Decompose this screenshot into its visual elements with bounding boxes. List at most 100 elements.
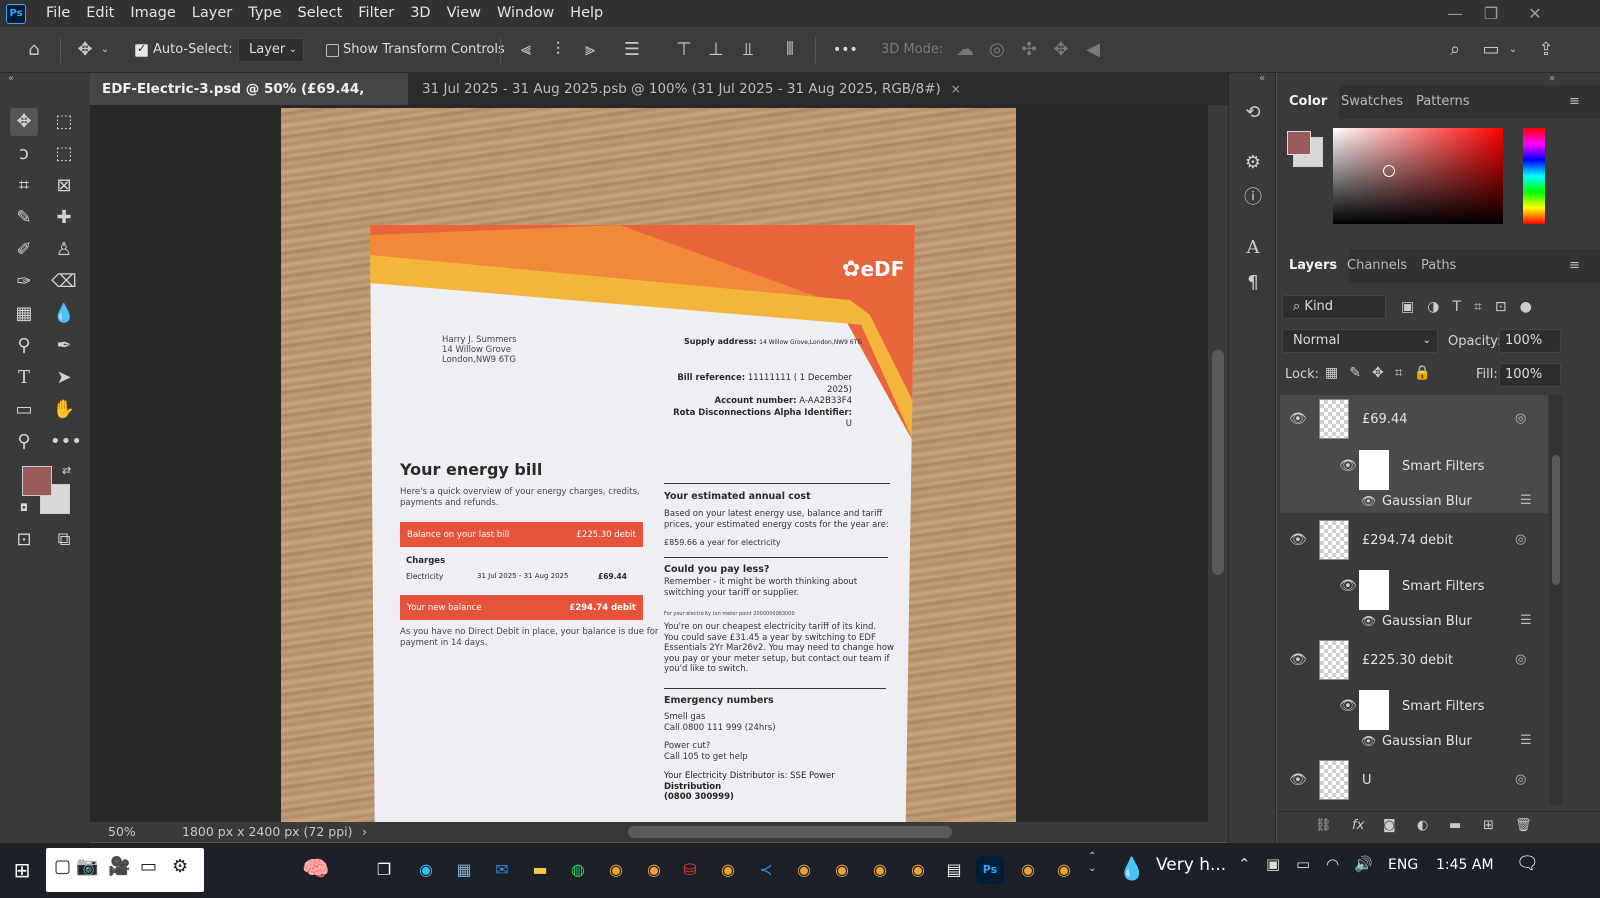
eraser-tool-icon[interactable]: ⌫ xyxy=(50,268,78,296)
acrobat-icon[interactable]: ⛁ xyxy=(676,856,704,884)
marquee-tool-icon[interactable]: ⬚ xyxy=(50,108,78,136)
workspace-icon[interactable]: ▭ xyxy=(1477,27,1505,73)
snip-icon[interactable]: ▢ xyxy=(54,856,71,877)
window-snip-icon[interactable]: ▭ xyxy=(140,856,157,877)
lock-icons[interactable]: ▦✎✥⌗🔒 xyxy=(1325,365,1442,381)
weather-drop-icon[interactable]: 💧 xyxy=(1118,856,1146,884)
color-picker-marker[interactable] xyxy=(1383,165,1395,177)
layer-thumbnail[interactable] xyxy=(1319,399,1349,439)
delete-layer-icon[interactable]: 🗑 xyxy=(1515,818,1532,833)
hue-slider[interactable] xyxy=(1523,128,1545,224)
taskbar-scroll-arrows[interactable]: ⌃ ⌄ xyxy=(1088,851,1096,875)
add-mask-icon[interactable]: ◙ xyxy=(1383,818,1396,833)
volume-icon[interactable]: 🔊 xyxy=(1354,855,1373,873)
menu-3d[interactable]: 3D xyxy=(402,0,438,27)
gradient-tool-icon[interactable]: ▦ xyxy=(10,300,38,328)
align-right-icon[interactable]: ⫸ xyxy=(576,27,604,73)
canvas-area[interactable]: ✿eDF Harry J. Summers 14 Willow Grove Lo… xyxy=(90,105,1228,822)
tab-channels[interactable]: Channels xyxy=(1335,249,1419,283)
battery-icon[interactable]: ▭ xyxy=(1296,855,1310,873)
dodge-tool-icon[interactable]: ⚲ xyxy=(10,332,38,360)
new-group-icon[interactable]: ▬ xyxy=(1449,818,1461,833)
color-field[interactable] xyxy=(1333,128,1503,224)
tab-swatches[interactable]: Swatches xyxy=(1329,85,1415,119)
wifi-icon[interactable]: ◠ xyxy=(1326,855,1339,873)
clock-time[interactable]: 1:45 AM xyxy=(1436,857,1494,873)
panel-menu-icon[interactable]: ≡ xyxy=(1569,85,1580,119)
opacity-input[interactable]: 100% xyxy=(1499,329,1561,353)
edge-icon[interactable]: ◉ xyxy=(412,856,440,884)
windows-start-icon[interactable]: ⊞ xyxy=(8,856,36,884)
color-panel-foreground[interactable] xyxy=(1287,131,1311,155)
tab-patterns[interactable]: Patterns xyxy=(1404,85,1482,119)
eyedropper-tool-icon[interactable]: ✎ xyxy=(10,204,38,232)
zoom-tool-icon[interactable]: ⚲ xyxy=(10,428,38,456)
move-tool-icon[interactable]: ✥ xyxy=(10,108,38,136)
move-tool-preset-icon[interactable]: ✥ xyxy=(71,27,99,73)
visibility-eye-icon[interactable]: 👁 xyxy=(1361,734,1376,748)
auto-select-target-dropdown[interactable]: Layer ⌄ xyxy=(238,38,304,62)
layers-scroll-thumb[interactable] xyxy=(1552,455,1560,585)
horizontal-scroll-thumb[interactable] xyxy=(628,826,952,838)
new-layer-icon[interactable]: ⊞ xyxy=(1483,818,1494,833)
gaussian-blur-filter[interactable]: Gaussian Blur xyxy=(1382,614,1472,629)
align-center-icon[interactable]: ⫶ xyxy=(544,27,572,73)
vscode-icon[interactable]: ≺ xyxy=(752,856,780,884)
screen-mode-icon[interactable]: ⧉ xyxy=(50,526,78,554)
object-select-tool-icon[interactable]: ⬚ xyxy=(50,140,78,168)
history-brush-icon[interactable]: ✑ xyxy=(10,268,38,296)
rectangle-tool-icon[interactable]: ▭ xyxy=(10,396,38,424)
blur-tool-icon[interactable]: 💧 xyxy=(50,300,78,328)
default-colors-icon[interactable]: ◘ xyxy=(20,503,28,514)
type-tool-icon[interactable]: T xyxy=(10,364,38,392)
filter-options-icon[interactable]: ☰ xyxy=(1520,733,1532,748)
visibility-eye-icon[interactable]: 👁 xyxy=(1361,494,1376,508)
chrome-icon[interactable]: ◉ xyxy=(714,856,742,884)
align-middle-icon[interactable]: ⊥ xyxy=(702,27,730,73)
crop-tool-icon[interactable]: ⌗ xyxy=(10,172,38,200)
tab-paths[interactable]: Paths xyxy=(1409,249,1468,283)
align-bottom-icon[interactable]: ⫫ xyxy=(734,27,762,73)
app-icon[interactable]: ▤ xyxy=(940,856,968,884)
chrome-icon[interactable]: ◉ xyxy=(602,856,630,884)
gaussian-blur-filter[interactable]: Gaussian Blur xyxy=(1382,494,1472,509)
whatsapp-icon[interactable]: ◍ xyxy=(564,856,592,884)
filter-mask-thumbnail[interactable] xyxy=(1359,450,1389,490)
visibility-eye-icon[interactable]: 👁 xyxy=(1289,772,1307,788)
chrome-icon[interactable]: ◉ xyxy=(790,856,818,884)
home-icon[interactable]: ⌂ xyxy=(20,27,48,73)
visibility-eye-icon[interactable]: 👁 xyxy=(1289,532,1307,548)
layer-filter-kind[interactable]: ⌕ Kind xyxy=(1282,295,1386,319)
menu-select[interactable]: Select xyxy=(290,0,351,27)
close-window-icon[interactable]: ✕ xyxy=(1518,0,1552,27)
chevron-down-icon[interactable]: ⌄ xyxy=(1505,27,1521,73)
distribute-vertical-icon[interactable]: ⦀ xyxy=(776,27,804,73)
fill-input[interactable]: 100% xyxy=(1499,363,1561,387)
layer-filter-icons[interactable]: ▣◑T⌗⊡● xyxy=(1401,299,1545,315)
store-icon[interactable]: ▦ xyxy=(450,856,478,884)
more-options-icon[interactable]: ••• xyxy=(833,27,858,73)
tab-period-psb[interactable]: 31 Jul 2025 - 31 Aug 2025.psb @ 100% (31… xyxy=(410,73,973,105)
filter-options-icon[interactable]: ☰ xyxy=(1520,613,1532,628)
visibility-eye-icon[interactable]: 👁 xyxy=(1339,578,1357,594)
video-icon[interactable]: 🎥 xyxy=(108,856,130,877)
close-tab-icon[interactable]: × xyxy=(951,82,961,96)
file-explorer-icon[interactable]: ▬ xyxy=(526,856,554,884)
swap-colors-icon[interactable]: ⇄ xyxy=(62,464,71,477)
distribute-icon[interactable]: ☰ xyxy=(618,27,646,73)
menu-edit[interactable]: Edit xyxy=(78,0,122,27)
search-icon[interactable]: ⌕ xyxy=(1441,27,1469,73)
filter-options-icon[interactable]: ☰ xyxy=(1520,493,1532,508)
share-icon[interactable]: ⇪ xyxy=(1532,27,1560,73)
properties-panel-icon[interactable]: ⚙ xyxy=(1239,149,1267,177)
filter-mask-thumbnail[interactable] xyxy=(1359,570,1389,610)
layer-name-u[interactable]: U xyxy=(1362,773,1372,788)
outlook-icon[interactable]: ✉ xyxy=(488,856,516,884)
minimize-icon[interactable]: — xyxy=(1438,0,1472,27)
healing-brush-icon[interactable]: ✚ xyxy=(50,204,78,232)
visibility-eye-icon[interactable]: 👁 xyxy=(1339,698,1357,714)
paragraph-panel-icon[interactable]: ¶ xyxy=(1239,269,1267,297)
chrome-icon[interactable]: ◉ xyxy=(828,856,856,884)
restore-icon[interactable]: ❐ xyxy=(1474,0,1508,27)
layers-scrollbar[interactable] xyxy=(1549,395,1563,805)
